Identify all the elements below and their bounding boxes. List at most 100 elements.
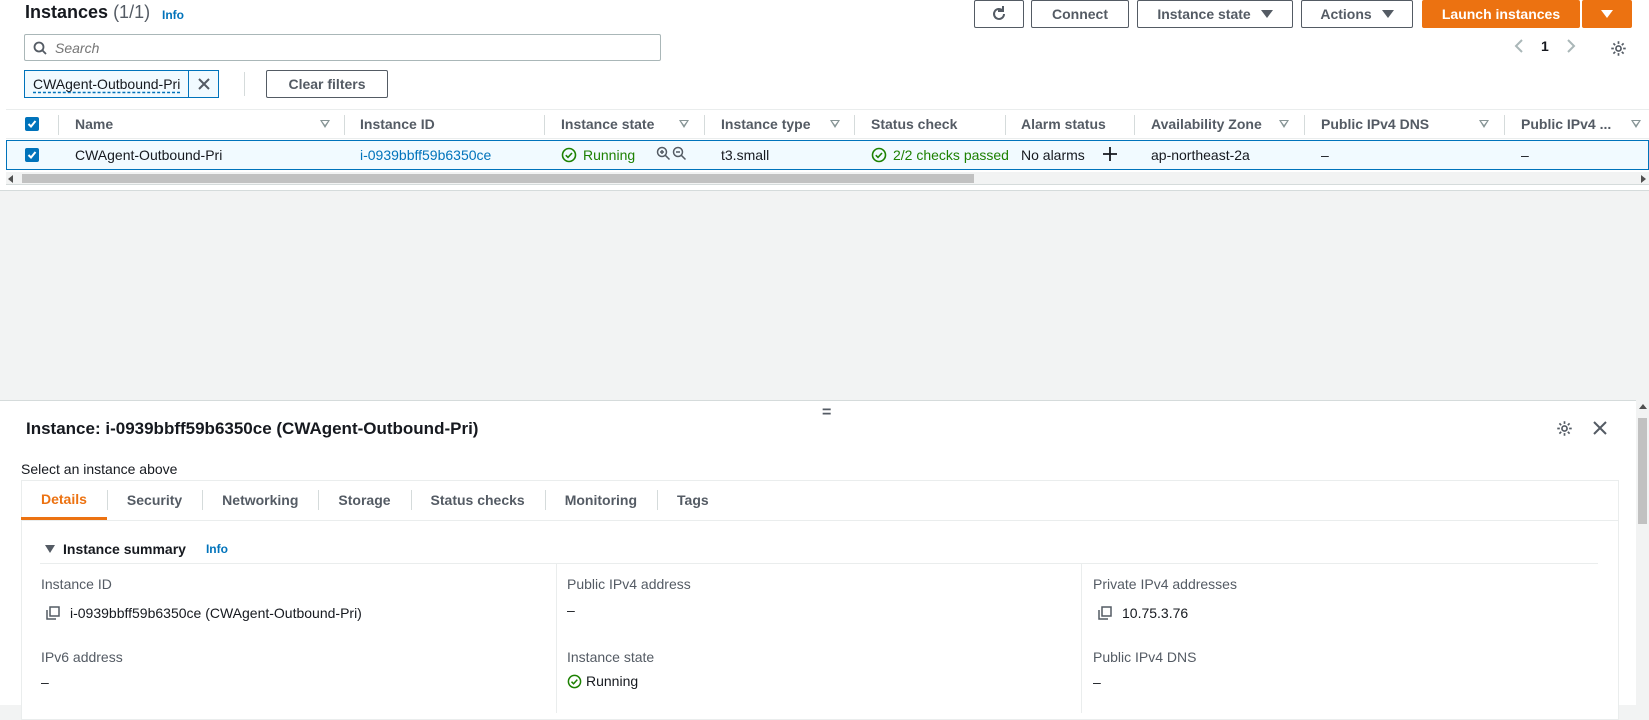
select-all-checkbox[interactable] (25, 117, 39, 131)
sort-icon[interactable] (320, 120, 330, 128)
column-header-public-ipv4[interactable]: Public IPv4 ... (1521, 116, 1611, 132)
vertical-scrollbar[interactable] (1636, 400, 1649, 705)
gear-icon (1556, 420, 1572, 436)
remove-filter-button[interactable] (188, 71, 218, 97)
column-header-instance-id[interactable]: Instance ID (360, 116, 435, 132)
column-header-status-check[interactable]: Status check (871, 116, 957, 132)
refresh-button[interactable] (974, 0, 1024, 28)
private-ipv4-text: 10.75.3.76 (1122, 605, 1189, 621)
instance-summary-toggle[interactable]: Instance summary Info (45, 541, 228, 557)
scrollbar-thumb[interactable] (22, 174, 974, 183)
public-ipv4-label: Public IPv4 address (567, 576, 691, 592)
instance-state-dropdown[interactable]: Instance state (1137, 0, 1293, 28)
info-link[interactable]: Info (162, 8, 184, 22)
sort-icon[interactable] (1631, 120, 1641, 128)
scroll-right-icon[interactable] (1640, 175, 1646, 183)
instance-id-value: i-0939bbff59b6350ce (CWAgent-Outbound-Pr… (46, 605, 362, 621)
connect-button[interactable]: Connect (1031, 0, 1129, 28)
filter-chip[interactable]: CWAgent-Outbound-Pri (24, 70, 220, 98)
table-header: Name Instance ID Instance state Instance… (6, 109, 1649, 139)
resize-handle-icon[interactable]: = (822, 404, 831, 422)
refresh-icon (993, 6, 1005, 20)
close-panel-button[interactable] (1590, 418, 1610, 438)
instance-id-link[interactable]: i-0939bbff59b6350ce (360, 147, 491, 163)
cell-name: CWAgent-Outbound-Pri (75, 147, 223, 163)
ipv6-label: IPv6 address (41, 649, 123, 665)
plus-icon (1103, 147, 1117, 161)
scrollbar-thumb[interactable] (1638, 418, 1647, 524)
tab-tags[interactable]: Tags (657, 480, 729, 520)
instance-id-text: i-0939bbff59b6350ce (CWAgent-Outbound-Pr… (70, 605, 362, 621)
filter-chip-label[interactable]: CWAgent-Outbound-Pri (25, 71, 188, 97)
detail-preferences-button[interactable] (1554, 418, 1574, 438)
instance-state-text: Running (586, 673, 639, 689)
search-field[interactable] (24, 34, 661, 61)
check-circle-icon (561, 147, 577, 163)
scroll-left-icon[interactable] (8, 175, 14, 183)
caret-down-icon (45, 545, 55, 553)
column-header-name[interactable]: Name (75, 116, 113, 132)
column-divider (1005, 115, 1006, 135)
cell-alarm-status: No alarms (1021, 147, 1085, 163)
column-divider (854, 115, 855, 135)
divider (244, 72, 245, 96)
launch-options-dropdown[interactable] (1582, 0, 1632, 28)
tab-monitoring[interactable]: Monitoring (544, 480, 657, 520)
sort-icon[interactable] (679, 120, 689, 128)
private-ipv4-label: Private IPv4 addresses (1093, 576, 1237, 592)
search-icon (33, 41, 47, 55)
tab-storage[interactable]: Storage (318, 480, 410, 520)
preferences-button[interactable] (1608, 38, 1628, 58)
chevron-left-icon[interactable] (1513, 38, 1525, 54)
zoom-out-icon[interactable] (672, 146, 687, 161)
divider (40, 563, 1598, 564)
empty-area (0, 190, 1649, 400)
caret-down-icon (1381, 10, 1394, 18)
instances-panel: Instances (1/1) Info Connect Instance st… (0, 0, 1649, 400)
row-checkbox[interactable] (25, 148, 39, 162)
column-header-instance-state[interactable]: Instance state (561, 116, 654, 132)
search-input[interactable] (55, 39, 615, 56)
cell-public-ipv4-dns: – (1321, 147, 1329, 163)
page-number[interactable]: 1 (1541, 38, 1549, 54)
horizontal-scrollbar[interactable] (6, 172, 1649, 185)
tab-status-checks[interactable]: Status checks (410, 480, 545, 520)
column-divider (556, 563, 557, 713)
page-title: Instances (1/1) (25, 2, 150, 23)
tab-networking[interactable]: Networking (202, 480, 318, 520)
column-header-availability-zone[interactable]: Availability Zone (1151, 116, 1262, 132)
caret-down-icon (1260, 10, 1273, 18)
cell-availability-zone: ap-northeast-2a (1151, 147, 1250, 163)
column-divider (58, 115, 59, 135)
private-ipv4-value: 10.75.3.76 (1098, 605, 1188, 621)
cell-instance-type: t3.small (721, 147, 770, 163)
instance-state-text: Running (583, 147, 636, 163)
column-header-public-ipv4-dns[interactable]: Public IPv4 DNS (1321, 116, 1429, 132)
detail-tabs: Details Security Networking Storage Stat… (21, 480, 1619, 521)
zoom-in-icon[interactable] (656, 146, 671, 161)
pagination: 1 (1513, 38, 1577, 54)
scroll-up-icon[interactable] (1639, 404, 1647, 410)
summary-info-link[interactable]: Info (206, 542, 228, 556)
check-circle-icon (567, 674, 582, 688)
table-row[interactable]: CWAgent-Outbound-Pri i-0939bbff59b6350ce… (6, 140, 1649, 170)
clear-filters-button[interactable]: Clear filters (266, 70, 388, 98)
public-ipv4-value: – (567, 602, 575, 618)
actions-label: Actions (1320, 6, 1372, 22)
copy-icon[interactable] (1098, 606, 1112, 620)
zoom-controls (656, 146, 687, 161)
tab-details[interactable]: Details (21, 480, 107, 520)
chevron-right-icon[interactable] (1565, 38, 1577, 54)
column-header-alarm-status[interactable]: Alarm status (1021, 116, 1106, 132)
sort-icon[interactable] (830, 120, 840, 128)
launch-instances-button[interactable]: Launch instances (1422, 0, 1580, 28)
sort-icon[interactable] (1279, 120, 1289, 128)
actions-dropdown[interactable]: Actions (1301, 0, 1413, 28)
column-divider (1134, 115, 1135, 135)
column-header-instance-type[interactable]: Instance type (721, 116, 810, 132)
column-divider (544, 115, 545, 135)
tab-security[interactable]: Security (106, 480, 202, 520)
copy-icon[interactable] (46, 606, 60, 620)
sort-icon[interactable] (1479, 120, 1489, 128)
add-alarm-button[interactable] (1102, 146, 1118, 165)
